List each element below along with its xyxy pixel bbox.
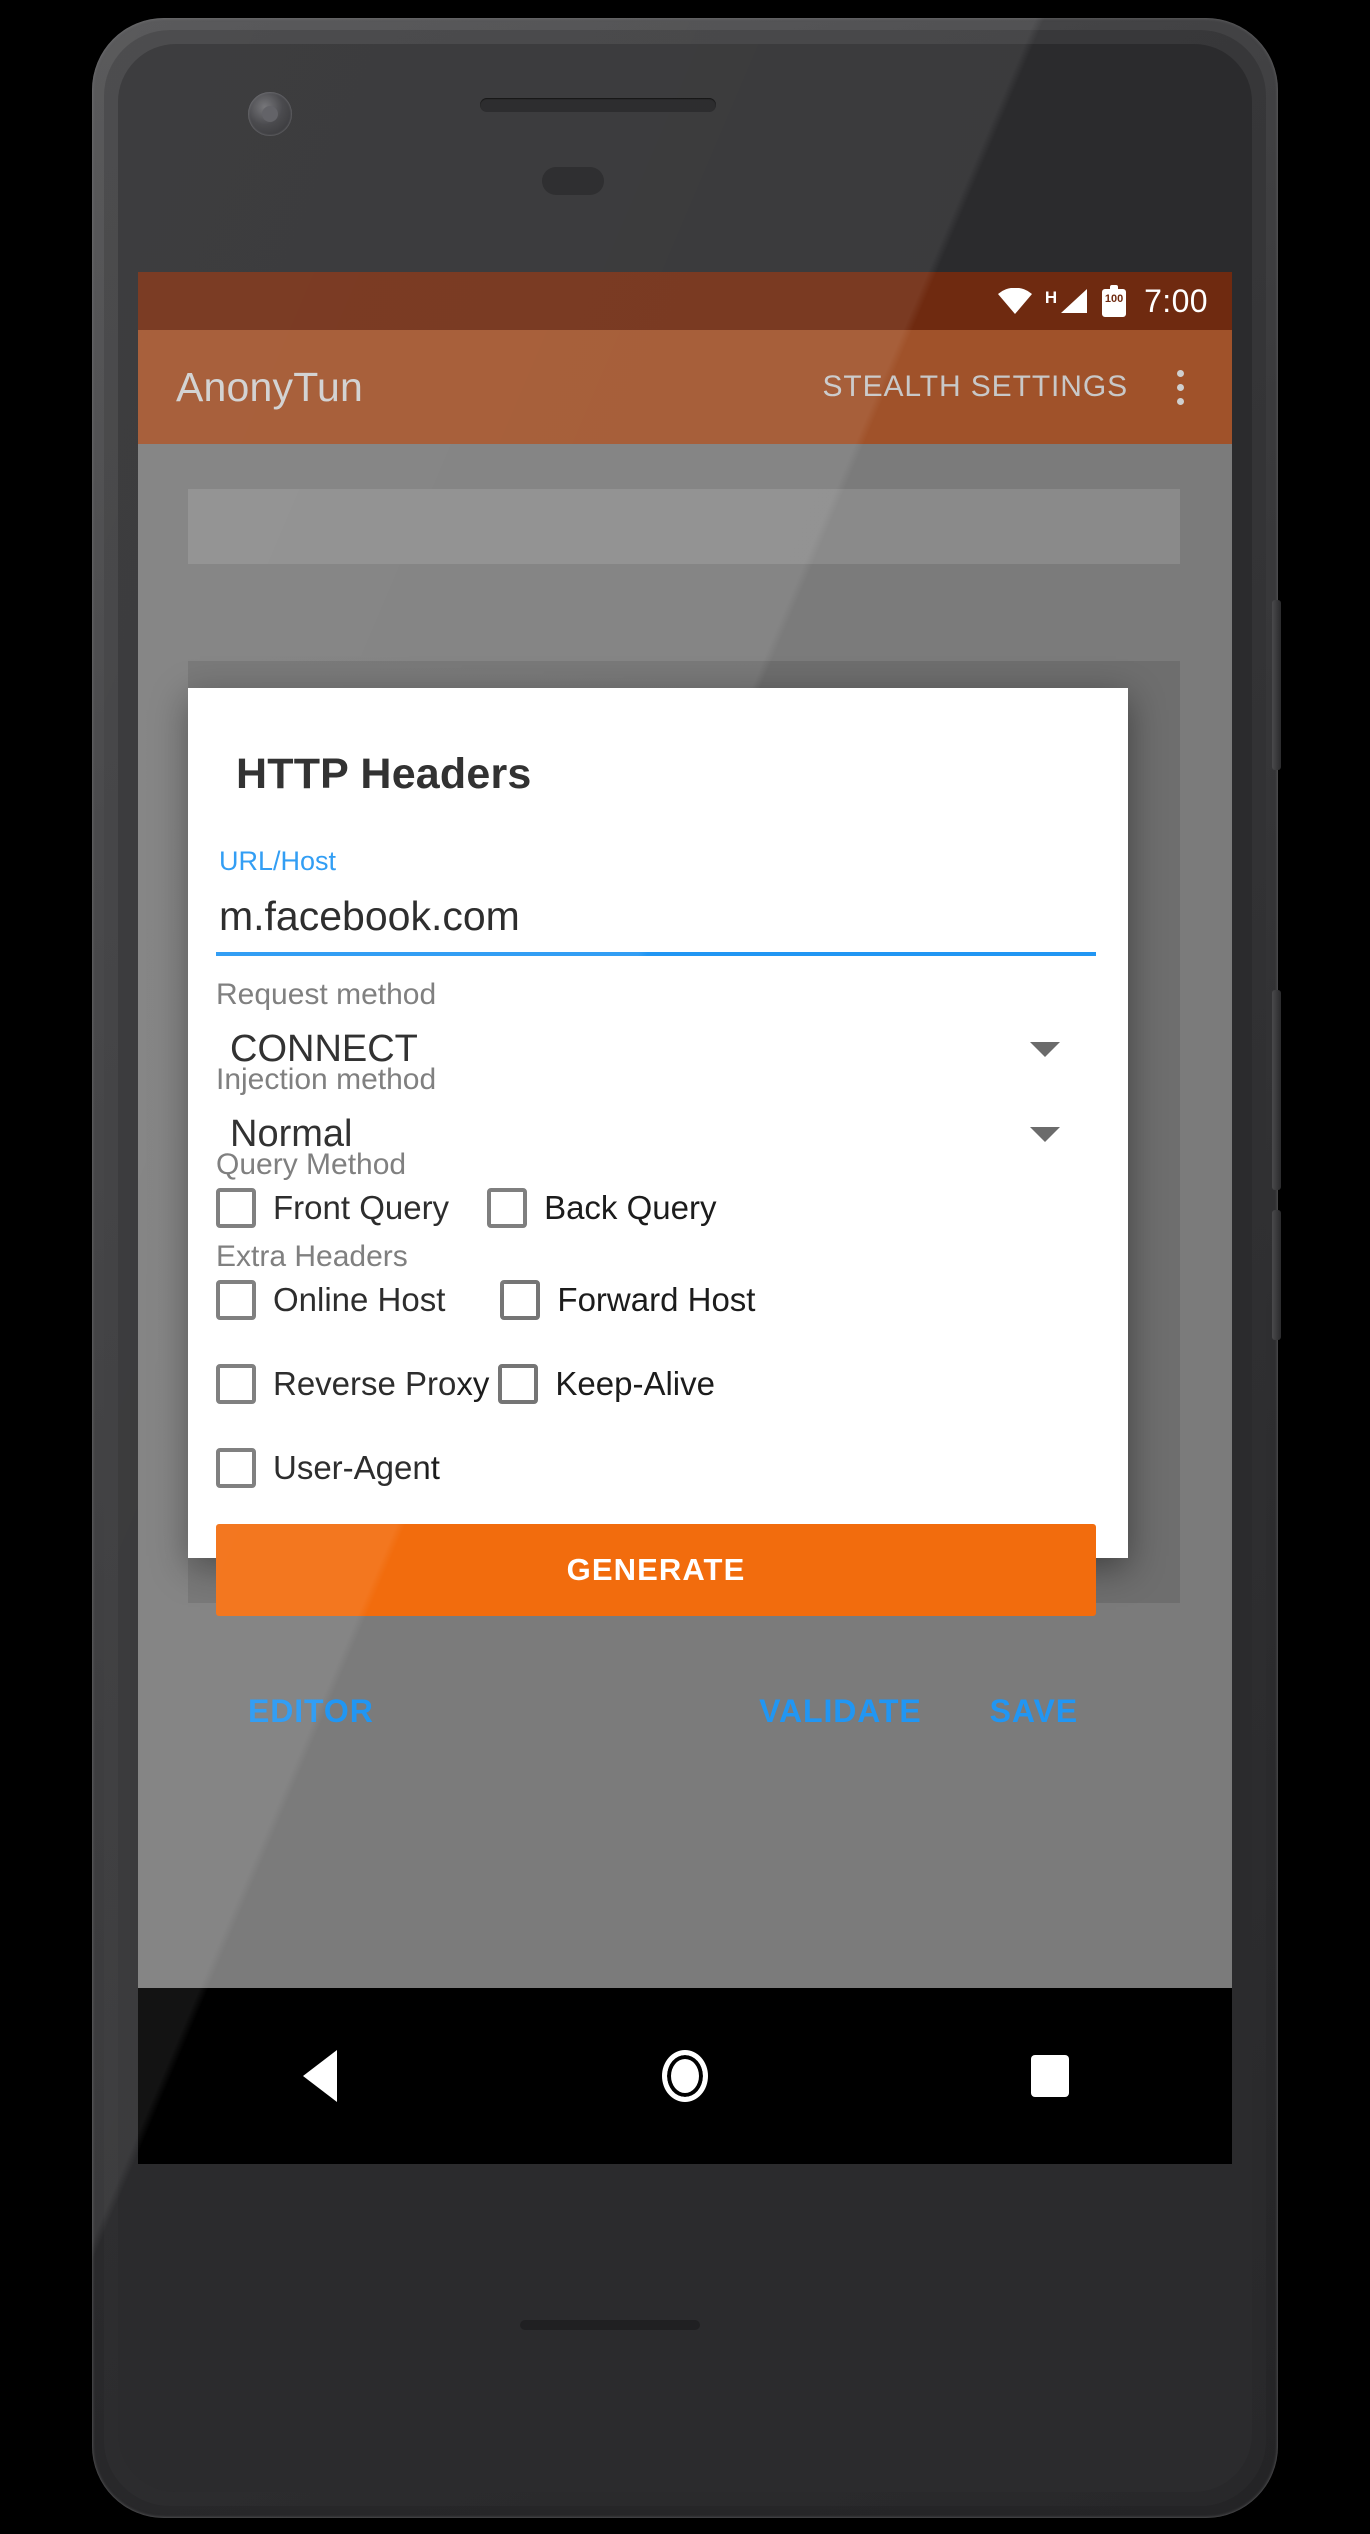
volume-up-button[interactable]: [1272, 990, 1281, 1190]
extra-headers-row-2: Reverse Proxy Keep-Alive: [216, 1364, 1096, 1404]
overflow-dot: [1176, 397, 1184, 405]
bottom-speaker: [520, 2320, 700, 2330]
checkbox-box[interactable]: [216, 1188, 256, 1228]
back-triangle-icon: [303, 2050, 338, 2102]
battery-level-label: 100: [1104, 293, 1124, 305]
app-title: AnonyTun: [176, 363, 363, 410]
http-headers-dialog: HTTP Headers URL/Host Request method CON…: [188, 688, 1128, 1729]
checkbox-keep-alive[interactable]: Keep-Alive: [498, 1364, 715, 1404]
checkbox-box[interactable]: [487, 1188, 528, 1228]
checkbox-online-host[interactable]: Online Host: [216, 1280, 445, 1320]
proximity-sensor: [542, 167, 604, 195]
status-bar: H 100 7:00: [138, 272, 1232, 330]
query-method-checkbox-row: Front Query Back Query: [216, 1188, 1096, 1228]
editor-button[interactable]: EDITOR: [234, 1683, 388, 1740]
checkbox-box[interactable]: [498, 1364, 539, 1404]
extra-headers-label: Extra Headers: [216, 1240, 408, 1273]
checkbox-label: Front Query: [273, 1189, 450, 1226]
checkbox-label: Forward Host: [557, 1281, 756, 1318]
overflow-dot: [1176, 383, 1184, 391]
checkbox-label: Keep-Alive: [555, 1365, 715, 1402]
extra-headers-row-1: Online Host Forward Host: [216, 1280, 1096, 1320]
dialog-action-bar: EDITOR VALIDATE SAVE: [188, 1656, 1128, 1766]
checkbox-forward-host[interactable]: Forward Host: [500, 1280, 755, 1320]
chevron-down-icon: [1030, 1126, 1060, 1142]
checkbox-label: Reverse Proxy: [273, 1365, 490, 1402]
checkbox-reverse-proxy[interactable]: Reverse Proxy: [216, 1364, 489, 1404]
generate-button[interactable]: GENERATE: [216, 1524, 1096, 1616]
checkbox-box[interactable]: [216, 1280, 256, 1320]
validate-button[interactable]: VALIDATE: [745, 1683, 935, 1740]
front-camera-lens: [262, 106, 278, 122]
url-host-field-group: URL/Host: [216, 846, 1096, 956]
overflow-dot: [1176, 369, 1184, 377]
recents-button[interactable]: [975, 2021, 1125, 2131]
overflow-menu-icon[interactable]: [1150, 352, 1210, 422]
checkbox-front-query[interactable]: Front Query: [216, 1188, 449, 1228]
stealth-settings-button[interactable]: STEALTH SETTINGS: [822, 370, 1128, 404]
battery-icon: 100: [1102, 285, 1127, 317]
background-panel: [188, 489, 1180, 564]
injection-method-label: Injection method: [216, 1063, 437, 1096]
phone-screen: H 100 7:00 AnonyTun STEALTH SETTINGS HTT…: [138, 272, 1232, 2164]
home-button[interactable]: [610, 2021, 760, 2131]
request-method-label: Request method: [216, 978, 437, 1011]
app-bar: AnonyTun STEALTH SETTINGS: [138, 330, 1232, 444]
recents-square-icon: [1030, 2055, 1069, 2097]
status-bar-icons: H 100 7:00: [997, 282, 1208, 320]
checkbox-label: Online Host: [273, 1281, 446, 1318]
status-bar-clock: 7:00: [1144, 282, 1208, 319]
extra-headers-row-3: User-Agent: [216, 1448, 1096, 1488]
save-button[interactable]: SAVE: [976, 1683, 1092, 1740]
dialog-title: HTTP Headers: [236, 750, 532, 798]
dialog-scrim[interactable]: TX KB HTTP Headers URL/Host Request meth…: [138, 444, 1232, 1988]
power-button[interactable]: [1272, 600, 1281, 770]
url-host-label: URL/Host: [219, 846, 337, 876]
network-type-label: H: [1044, 288, 1058, 307]
query-method-label: Query Method: [216, 1148, 407, 1181]
wifi-icon: [997, 288, 1032, 314]
cellular-signal-icon: H: [1045, 287, 1089, 315]
checkbox-user-agent[interactable]: User-Agent: [216, 1448, 440, 1488]
checkbox-back-query[interactable]: Back Query: [487, 1188, 716, 1228]
volume-down-button[interactable]: [1272, 1210, 1281, 1340]
checkbox-box[interactable]: [500, 1280, 541, 1320]
checkbox-label: Back Query: [544, 1189, 717, 1226]
earpiece-speaker: [480, 98, 716, 112]
checkbox-box[interactable]: [216, 1448, 256, 1488]
url-host-input[interactable]: [216, 877, 1096, 956]
checkbox-label: User-Agent: [273, 1449, 440, 1486]
checkbox-box[interactable]: [216, 1364, 256, 1404]
android-navigation-bar: [138, 1988, 1232, 2164]
chevron-down-icon: [1030, 1041, 1060, 1057]
back-button[interactable]: [245, 2021, 395, 2131]
home-circle-icon: [661, 2050, 708, 2102]
